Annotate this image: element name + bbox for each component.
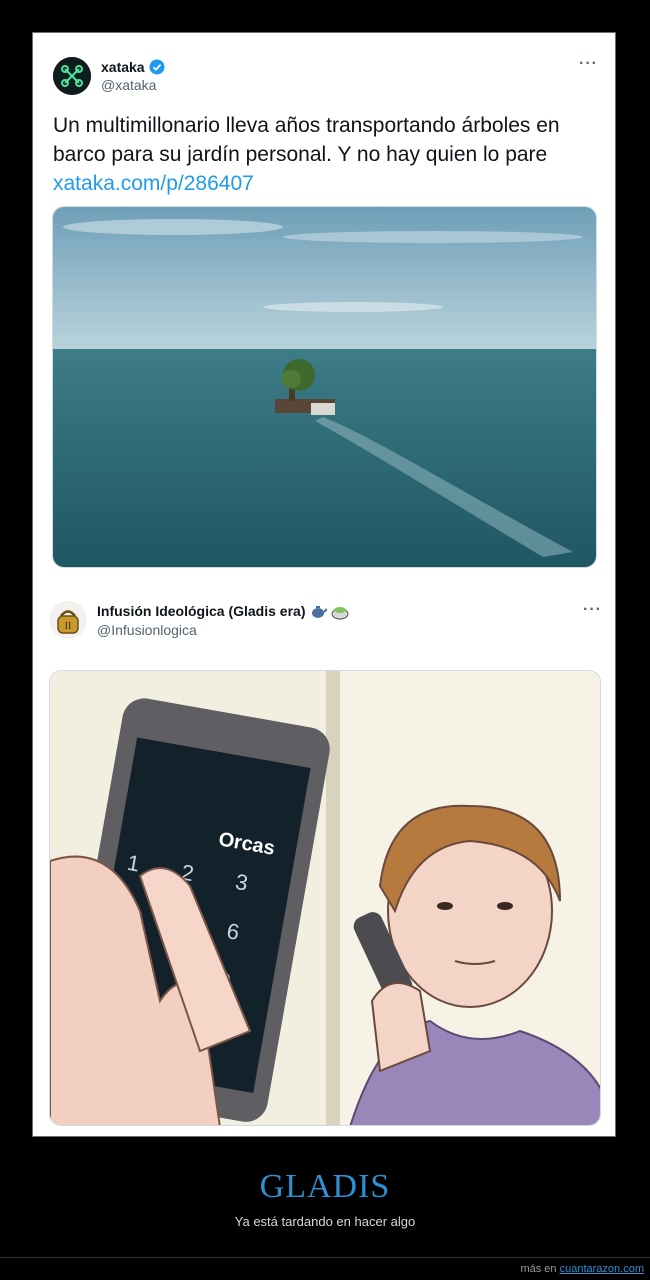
footer-site-link[interactable]: cuantarazon.com <box>560 1263 644 1275</box>
post-caption: GLADIS Ya está tardando en hacer algo <box>0 1168 650 1229</box>
tweet1-media-image[interactable] <box>52 206 597 568</box>
matcha-tea-icon <box>331 607 349 620</box>
tweet1-link[interactable]: xataka.com/p/286407 <box>53 172 254 195</box>
verified-badge-icon <box>149 59 165 75</box>
golden-teapot-logo-icon: II <box>49 601 87 639</box>
xataka-logo-icon <box>53 57 91 95</box>
teapot-icon <box>312 606 328 618</box>
xataka-avatar[interactable] <box>53 57 91 95</box>
tweet1-more-icon[interactable]: ··· <box>579 55 598 73</box>
tweet2-handle[interactable]: @Infusionlogica <box>97 622 349 638</box>
post-title[interactable]: GLADIS <box>0 1168 650 1206</box>
infusion-avatar[interactable]: II <box>49 601 87 639</box>
svg-text:II: II <box>65 621 72 632</box>
tweet2-display-name[interactable]: Infusión Ideológica (Gladis era) <box>97 603 305 619</box>
tree-on-barge-photo <box>53 207 596 567</box>
footer-prefix: más en <box>520 1263 557 1275</box>
tweet2-header: II Infusión Ideológica (Gladis era) @Inf… <box>49 601 349 639</box>
tweet2-more-icon[interactable]: ··· <box>583 601 602 619</box>
wikihow-call-illustration: Orcas 1 2 3 4 6 7 9 * 0 <box>50 671 600 1125</box>
tweet1-display-name[interactable]: xataka <box>101 59 145 75</box>
tweet1-handle[interactable]: @xataka <box>101 77 165 93</box>
post-subtitle: Ya está tardando en hacer algo <box>234 1214 416 1229</box>
tweet1-header: xataka @xataka <box>53 57 165 95</box>
tweet1-body: Un multimillonario lleva años transporta… <box>53 114 560 166</box>
tweet2-media-image[interactable]: Orcas 1 2 3 4 6 7 9 * 0 <box>49 670 601 1126</box>
footer: más en cuantarazon.com <box>520 1263 644 1275</box>
post-frame: xataka @xataka ··· Un multimillonario ll… <box>32 32 616 1137</box>
tweet1-text: Un multimillonario lleva años transporta… <box>53 111 598 198</box>
footer-divider <box>0 1257 650 1258</box>
